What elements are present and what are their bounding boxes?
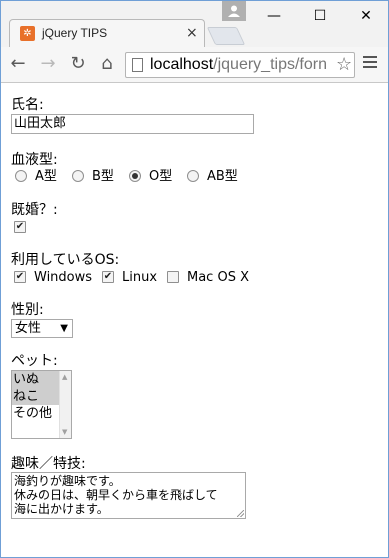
blood-type-option-label[interactable]: B型: [92, 169, 114, 184]
page-icon: [132, 58, 143, 72]
gender-label: 性別:: [11, 302, 44, 318]
home-icon[interactable]: ⌂: [96, 53, 118, 75]
forward-arrow-icon[interactable]: →: [37, 53, 59, 75]
os-option-label[interactable]: Mac OS X: [187, 270, 249, 285]
gender-selected-value: 女性: [15, 321, 42, 336]
scroll-up-icon[interactable]: ▲: [62, 373, 67, 381]
address-bar[interactable]: localhost/jquery_tips/forn ☆: [125, 52, 355, 78]
profile-icon[interactable]: [222, 1, 246, 21]
back-arrow-icon[interactable]: ←: [7, 53, 29, 75]
blood-type-radio-0[interactable]: [15, 170, 27, 182]
married-checkbox[interactable]: ✔: [14, 221, 26, 233]
name-input[interactable]: 山田太郎: [11, 114, 254, 134]
bookmark-star-icon[interactable]: ☆: [334, 54, 353, 75]
hobby-label: 趣味／特技:: [11, 456, 86, 472]
blood-type-radio-1[interactable]: [72, 170, 84, 182]
tab-jquery-tips[interactable]: ✲ jQuery TIPS ×: [9, 19, 205, 47]
hobby-text-line: 海釣りが趣味です。: [14, 474, 121, 488]
tab-title: jQuery TIPS: [42, 26, 108, 40]
resize-handle-icon[interactable]: [237, 510, 244, 517]
pet-option[interactable]: いぬ: [12, 371, 60, 388]
pet-label: ペット:: [11, 353, 58, 369]
url-text[interactable]: localhost/jquery_tips/forn: [150, 56, 327, 74]
pet-option[interactable]: その他: [12, 405, 60, 422]
os-label: 利用しているOS:: [11, 252, 120, 268]
url-path: /jquery_tips/forn: [213, 56, 327, 73]
hobby-textarea[interactable]: 海釣りが趣味です。 休みの日は、朝早くから車を飛ばして 海に出かけます。: [11, 472, 246, 519]
blood-type-label: 血液型:: [11, 152, 58, 168]
close-window-button[interactable]: ✕: [344, 3, 388, 29]
os-option-label[interactable]: Linux: [122, 270, 157, 285]
pet-listbox[interactable]: いぬ ねこ その他 ▲ ▼: [11, 370, 72, 439]
new-tab-button[interactable]: [206, 27, 246, 45]
os-checkbox-2[interactable]: [167, 271, 179, 283]
os-option-label[interactable]: Windows: [34, 270, 92, 285]
os-checkbox-0[interactable]: ✔: [14, 271, 26, 283]
blood-type-option-label[interactable]: A型: [35, 169, 57, 184]
pet-option[interactable]: ねこ: [12, 388, 60, 405]
browser-window: ✲ jQuery TIPS × — ☐ ✕ ← → ↻ ⌂ localhost/…: [0, 0, 389, 558]
chevron-down-icon: ▼: [60, 323, 68, 334]
maximize-button[interactable]: ☐: [298, 3, 342, 29]
os-checkbox-1[interactable]: ✔: [102, 271, 114, 283]
pet-listbox-scrollbar[interactable]: ▲ ▼: [59, 371, 71, 438]
blood-type-radio-2[interactable]: [129, 170, 141, 182]
name-label: 氏名:: [11, 97, 44, 113]
hobby-text-line: 海に出かけます。: [14, 502, 109, 516]
blood-type-option-label[interactable]: O型: [149, 169, 172, 184]
hobby-text-line: 休みの日は、朝早くから車を飛ばして: [14, 488, 218, 502]
scroll-down-icon[interactable]: ▼: [62, 428, 67, 436]
title-bar: ✲ jQuery TIPS × — ☐ ✕: [1, 1, 388, 47]
url-host: localhost: [150, 56, 214, 73]
married-label: 既婚？:: [11, 202, 58, 218]
jquery-favicon-icon: ✲: [20, 26, 35, 41]
reload-icon[interactable]: ↻: [67, 53, 89, 75]
gender-select[interactable]: 女性 ▼: [11, 319, 73, 338]
blood-type-radio-3[interactable]: [187, 170, 199, 182]
tab-close-icon[interactable]: ×: [186, 25, 198, 41]
blood-type-option-label[interactable]: AB型: [207, 169, 238, 184]
menu-icon[interactable]: [363, 56, 377, 72]
browser-toolbar: ← → ↻ ⌂ localhost/jquery_tips/forn ☆: [1, 47, 388, 83]
minimize-button[interactable]: —: [252, 3, 296, 29]
